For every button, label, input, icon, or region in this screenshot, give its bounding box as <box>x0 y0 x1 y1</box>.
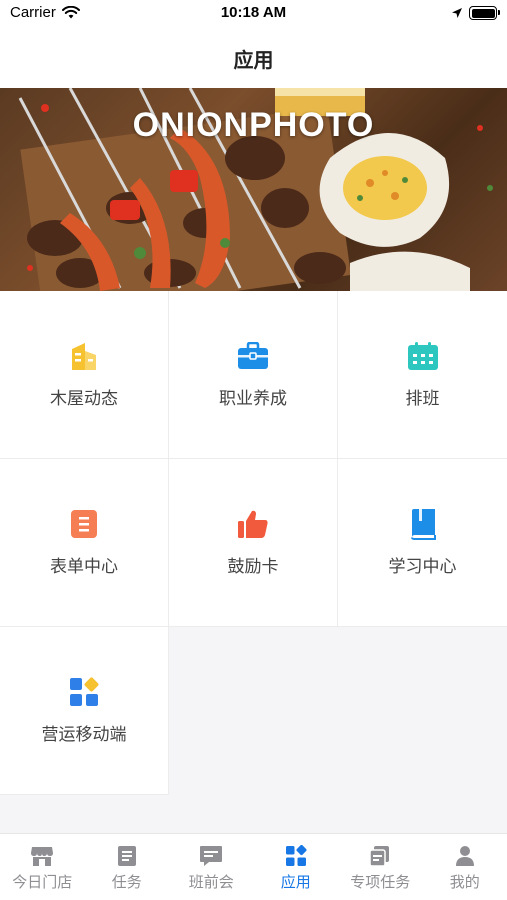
app-label: 职业养成 <box>219 389 287 409</box>
tab-label: 专项任务 <box>350 873 411 891</box>
tab-bar: 今日门店 任务 班前会 应用 专项任务 我的 <box>0 833 507 900</box>
app-label: 学习中心 <box>388 557 457 577</box>
status-bar: Carrier 10:18 AM <box>0 0 507 28</box>
tab-apps[interactable]: 应用 <box>254 834 339 900</box>
app-label: 鼓励卡 <box>227 557 279 577</box>
tab-label: 班前会 <box>188 873 234 891</box>
special-task-icon <box>368 844 392 868</box>
app-form-center[interactable]: 表单中心 <box>0 459 169 627</box>
app-encouragement-card[interactable]: 鼓励卡 <box>169 459 338 627</box>
tab-label: 今日门店 <box>12 873 73 891</box>
app-wooden-house-news[interactable]: 木屋动态 <box>0 291 169 459</box>
app-label: 木屋动态 <box>50 389 118 409</box>
app-schedule[interactable]: 排班 <box>338 291 507 459</box>
store-icon <box>30 844 54 868</box>
calendar-icon <box>407 340 439 372</box>
tab-pre-shift-meeting[interactable]: 班前会 <box>169 834 254 900</box>
location-arrow-icon <box>452 8 462 18</box>
form-icon <box>68 508 100 540</box>
tab-special-tasks[interactable]: 专项任务 <box>338 834 423 900</box>
tab-tasks[interactable]: 任务 <box>85 834 170 900</box>
tab-label: 应用 <box>280 873 311 891</box>
clock: 10:18 AM <box>220 4 287 21</box>
banner-image[interactable]: ONIONPHOTO <box>0 88 507 291</box>
banner-watermark: ONIONPHOTO <box>132 106 375 144</box>
app-label: 排班 <box>405 389 440 409</box>
app-operations-mobile[interactable]: 营运移动端 <box>0 627 169 795</box>
apps-icon <box>284 844 308 868</box>
profile-icon <box>453 844 477 868</box>
building-icon <box>68 340 100 372</box>
meeting-icon <box>199 844 223 868</box>
app-learning-center[interactable]: 学习中心 <box>338 459 507 627</box>
book-icon <box>407 508 439 540</box>
tab-label: 任务 <box>111 873 142 891</box>
task-icon <box>115 844 139 868</box>
apps-grid-icon <box>68 676 100 708</box>
status-right <box>451 6 500 20</box>
tab-today-store[interactable]: 今日门店 <box>0 834 85 900</box>
page-title: 应用 <box>233 47 274 72</box>
app-career-development[interactable]: 职业养成 <box>169 291 338 459</box>
briefcase-icon <box>237 340 269 372</box>
thumbs-up-icon <box>237 508 269 540</box>
battery-icon <box>469 6 500 20</box>
app-label: 营运移动端 <box>41 725 127 745</box>
tab-profile[interactable]: 我的 <box>423 834 507 900</box>
navigation-bar: 应用 <box>0 28 507 88</box>
tab-label: 我的 <box>449 873 480 891</box>
app-label: 表单中心 <box>50 557 118 577</box>
